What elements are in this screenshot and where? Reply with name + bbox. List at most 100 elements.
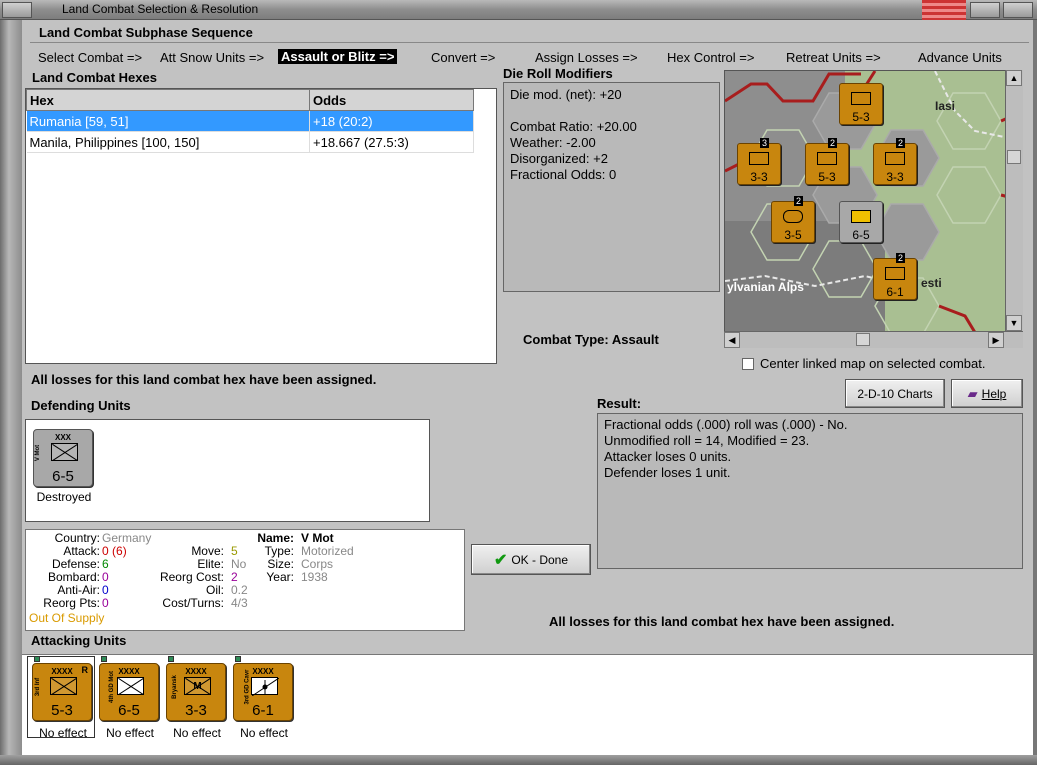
attacking-unit[interactable]: XXXX 4th GD Mot 6-5 No effect: [99, 656, 161, 740]
scroll-left-button[interactable]: ◀: [724, 332, 740, 348]
combat-type-label: Combat Type:: [523, 332, 609, 347]
window-frame-bottom: [0, 755, 1037, 765]
map-label-iasi: Iasi: [935, 99, 956, 113]
dialog-content: Land Combat Subphase Sequence Select Com…: [22, 20, 1033, 755]
unit-name: 3rd Inf: [35, 677, 42, 697]
scroll-thumb[interactable]: [1007, 150, 1021, 164]
odds-cell: +18.667 (27.5:3): [309, 131, 474, 153]
result-line: Unmodified roll = 14, Modified = 23.: [604, 433, 810, 448]
attacking-unit[interactable]: XXXX 3rd GD Cavr 6-1 No effect: [233, 656, 295, 740]
window-frame-left: [0, 20, 22, 765]
combat-type-value: Assault: [611, 332, 659, 347]
unit-status: No effect: [39, 726, 87, 740]
unit-name: 3rd GD Cavr: [244, 669, 251, 705]
map-counter[interactable]: 2 3-5: [771, 196, 815, 243]
system-menu-button[interactable]: [2, 2, 32, 18]
unit-status: No effect: [106, 726, 154, 740]
map-counter[interactable]: 3 3-3: [737, 138, 781, 185]
odds-cell: +18 (20:2): [309, 110, 474, 132]
phase-att-snow-units: Att Snow Units =>: [160, 50, 265, 65]
reorg-pts-label: Reorg Pts:: [43, 596, 100, 610]
die-roll-heading: Die Roll Modifiers: [503, 66, 613, 81]
unit-counter: XXXX Bryansk M 3-3: [166, 663, 226, 721]
done-button[interactable]: ✔ OK - Done: [471, 544, 591, 575]
charts-button-label: 2-D-10 Charts: [857, 386, 933, 401]
map-counter[interactable]: 2 3-3: [873, 138, 917, 185]
reorg-pts-value: 0: [102, 596, 109, 610]
motorized-symbol-icon: [117, 677, 144, 695]
scroll-up-button[interactable]: ▲: [1006, 70, 1022, 86]
stack-badge: 3: [760, 138, 770, 148]
phase-hex-control: Hex Control =>: [667, 50, 755, 65]
unit-status: No effect: [173, 726, 221, 740]
subphase-bar: Select Combat => Att Snow Units => Assau…: [30, 42, 1029, 66]
center-map-option[interactable]: Center linked map on selected combat.: [742, 356, 985, 371]
phase-convert: Convert =>: [431, 50, 496, 65]
table-row[interactable]: Rumania [59, 51] +18 (20:2): [26, 110, 474, 132]
year-value: 1938: [301, 570, 328, 584]
map-counter[interactable]: 2 5-3: [805, 138, 849, 185]
map-horizontal-scrollbar[interactable]: ◀ ▶: [724, 331, 1023, 348]
hexes-list: Hex Odds Rumania [59, 51] +18 (20:2) Man…: [25, 88, 497, 364]
phase-retreat-units: Retreat Units =>: [786, 50, 881, 65]
unit-counter: XXXX 4th GD Mot 6-5: [99, 663, 159, 721]
unit-symbol: [783, 210, 803, 223]
defending-units-panel: XXX V Mot 6-5 Destroyed: [25, 419, 430, 522]
map-counter[interactable]: 2 6-1: [873, 253, 917, 300]
map-label-esti: esti: [921, 276, 942, 290]
map-vertical-scrollbar[interactable]: ▲ ▼: [1005, 70, 1023, 332]
check-icon: ✔: [493, 551, 508, 569]
status-dot: [34, 656, 40, 662]
unit-strength: 5-3: [51, 702, 73, 719]
table-row[interactable]: Manila, Philippines [100, 150] +18.667 (…: [26, 131, 474, 153]
phase-advance-units: Advance Units: [918, 50, 1002, 65]
stack-badge: 2: [896, 253, 906, 263]
window-frame-right: [1033, 20, 1037, 765]
unit-symbol: [749, 152, 769, 165]
result-line: Fractional odds (.000) roll was (.000) -…: [604, 417, 848, 432]
charts-button[interactable]: 2-D-10 Charts: [845, 379, 945, 408]
unit-counter: XXXX R 3rd Inf 5-3: [32, 663, 92, 721]
losses-status: All losses for this land combat hex have…: [31, 372, 377, 387]
map-counter[interactable]: 5-3: [839, 83, 883, 125]
help-book-icon: ▰: [967, 385, 978, 401]
attacking-heading: Attacking Units: [31, 633, 127, 648]
reserve-marker: R: [81, 665, 89, 675]
unit-strength: 3-3: [185, 702, 207, 719]
attack-paren: (6): [112, 544, 127, 558]
unit-status: Destroyed: [36, 490, 92, 504]
defending-unit[interactable]: XXX V Mot 6-5 Destroyed: [33, 429, 95, 504]
status-dot: [168, 656, 174, 662]
center-map-label: Center linked map on selected combat.: [760, 356, 986, 371]
scroll-down-button[interactable]: ▼: [1006, 315, 1022, 331]
status-dot: [101, 656, 107, 662]
die-roll-panel: Die mod. (net): +20 Combat Ratio: +20.00…: [503, 82, 720, 292]
attacking-unit[interactable]: XXXX Bryansk M 3-3 No effect: [166, 656, 228, 740]
linked-map[interactable]: Iasi ylvanian Alps esti 5-3 3 3-3 2 5-3 …: [724, 70, 1023, 348]
defending-heading: Defending Units: [31, 398, 131, 413]
map-label-alps: ylvanian Alps: [727, 280, 804, 294]
unit-status: No effect: [240, 726, 288, 740]
hex-cell: Manila, Philippines [100, 150]: [26, 131, 310, 153]
attacking-unit[interactable]: XXXX R 3rd Inf 5-3 No effect: [32, 656, 94, 740]
attack-number: 0: [102, 544, 109, 558]
die-roll-line: [510, 103, 713, 119]
scroll-right-button[interactable]: ▶: [988, 332, 1004, 348]
unit-name: V Mot: [35, 444, 42, 462]
column-header-odds[interactable]: Odds: [309, 89, 474, 111]
unit-strength: 6-5: [118, 702, 140, 719]
close-button[interactable]: [1003, 2, 1033, 18]
help-button[interactable]: ▰ Help: [951, 379, 1023, 408]
help-button-label: Help: [981, 386, 1007, 401]
column-header-hex[interactable]: Hex: [26, 89, 310, 111]
scroll-thumb[interactable]: [856, 333, 870, 346]
center-map-checkbox[interactable]: [742, 358, 754, 370]
unit-name: Bryansk: [171, 675, 178, 699]
hexes-table: Hex Odds Rumania [59, 51] +18 (20:2) Man…: [26, 89, 474, 153]
die-roll-line: Combat Ratio: +20.00: [510, 119, 637, 134]
minimize-button[interactable]: [970, 2, 1000, 18]
unit-strength: 6-1: [252, 702, 274, 719]
map-counter-defender[interactable]: 6-5: [839, 201, 883, 243]
motorized-symbol-icon: [51, 443, 78, 461]
unit-size: XXX: [54, 433, 71, 442]
